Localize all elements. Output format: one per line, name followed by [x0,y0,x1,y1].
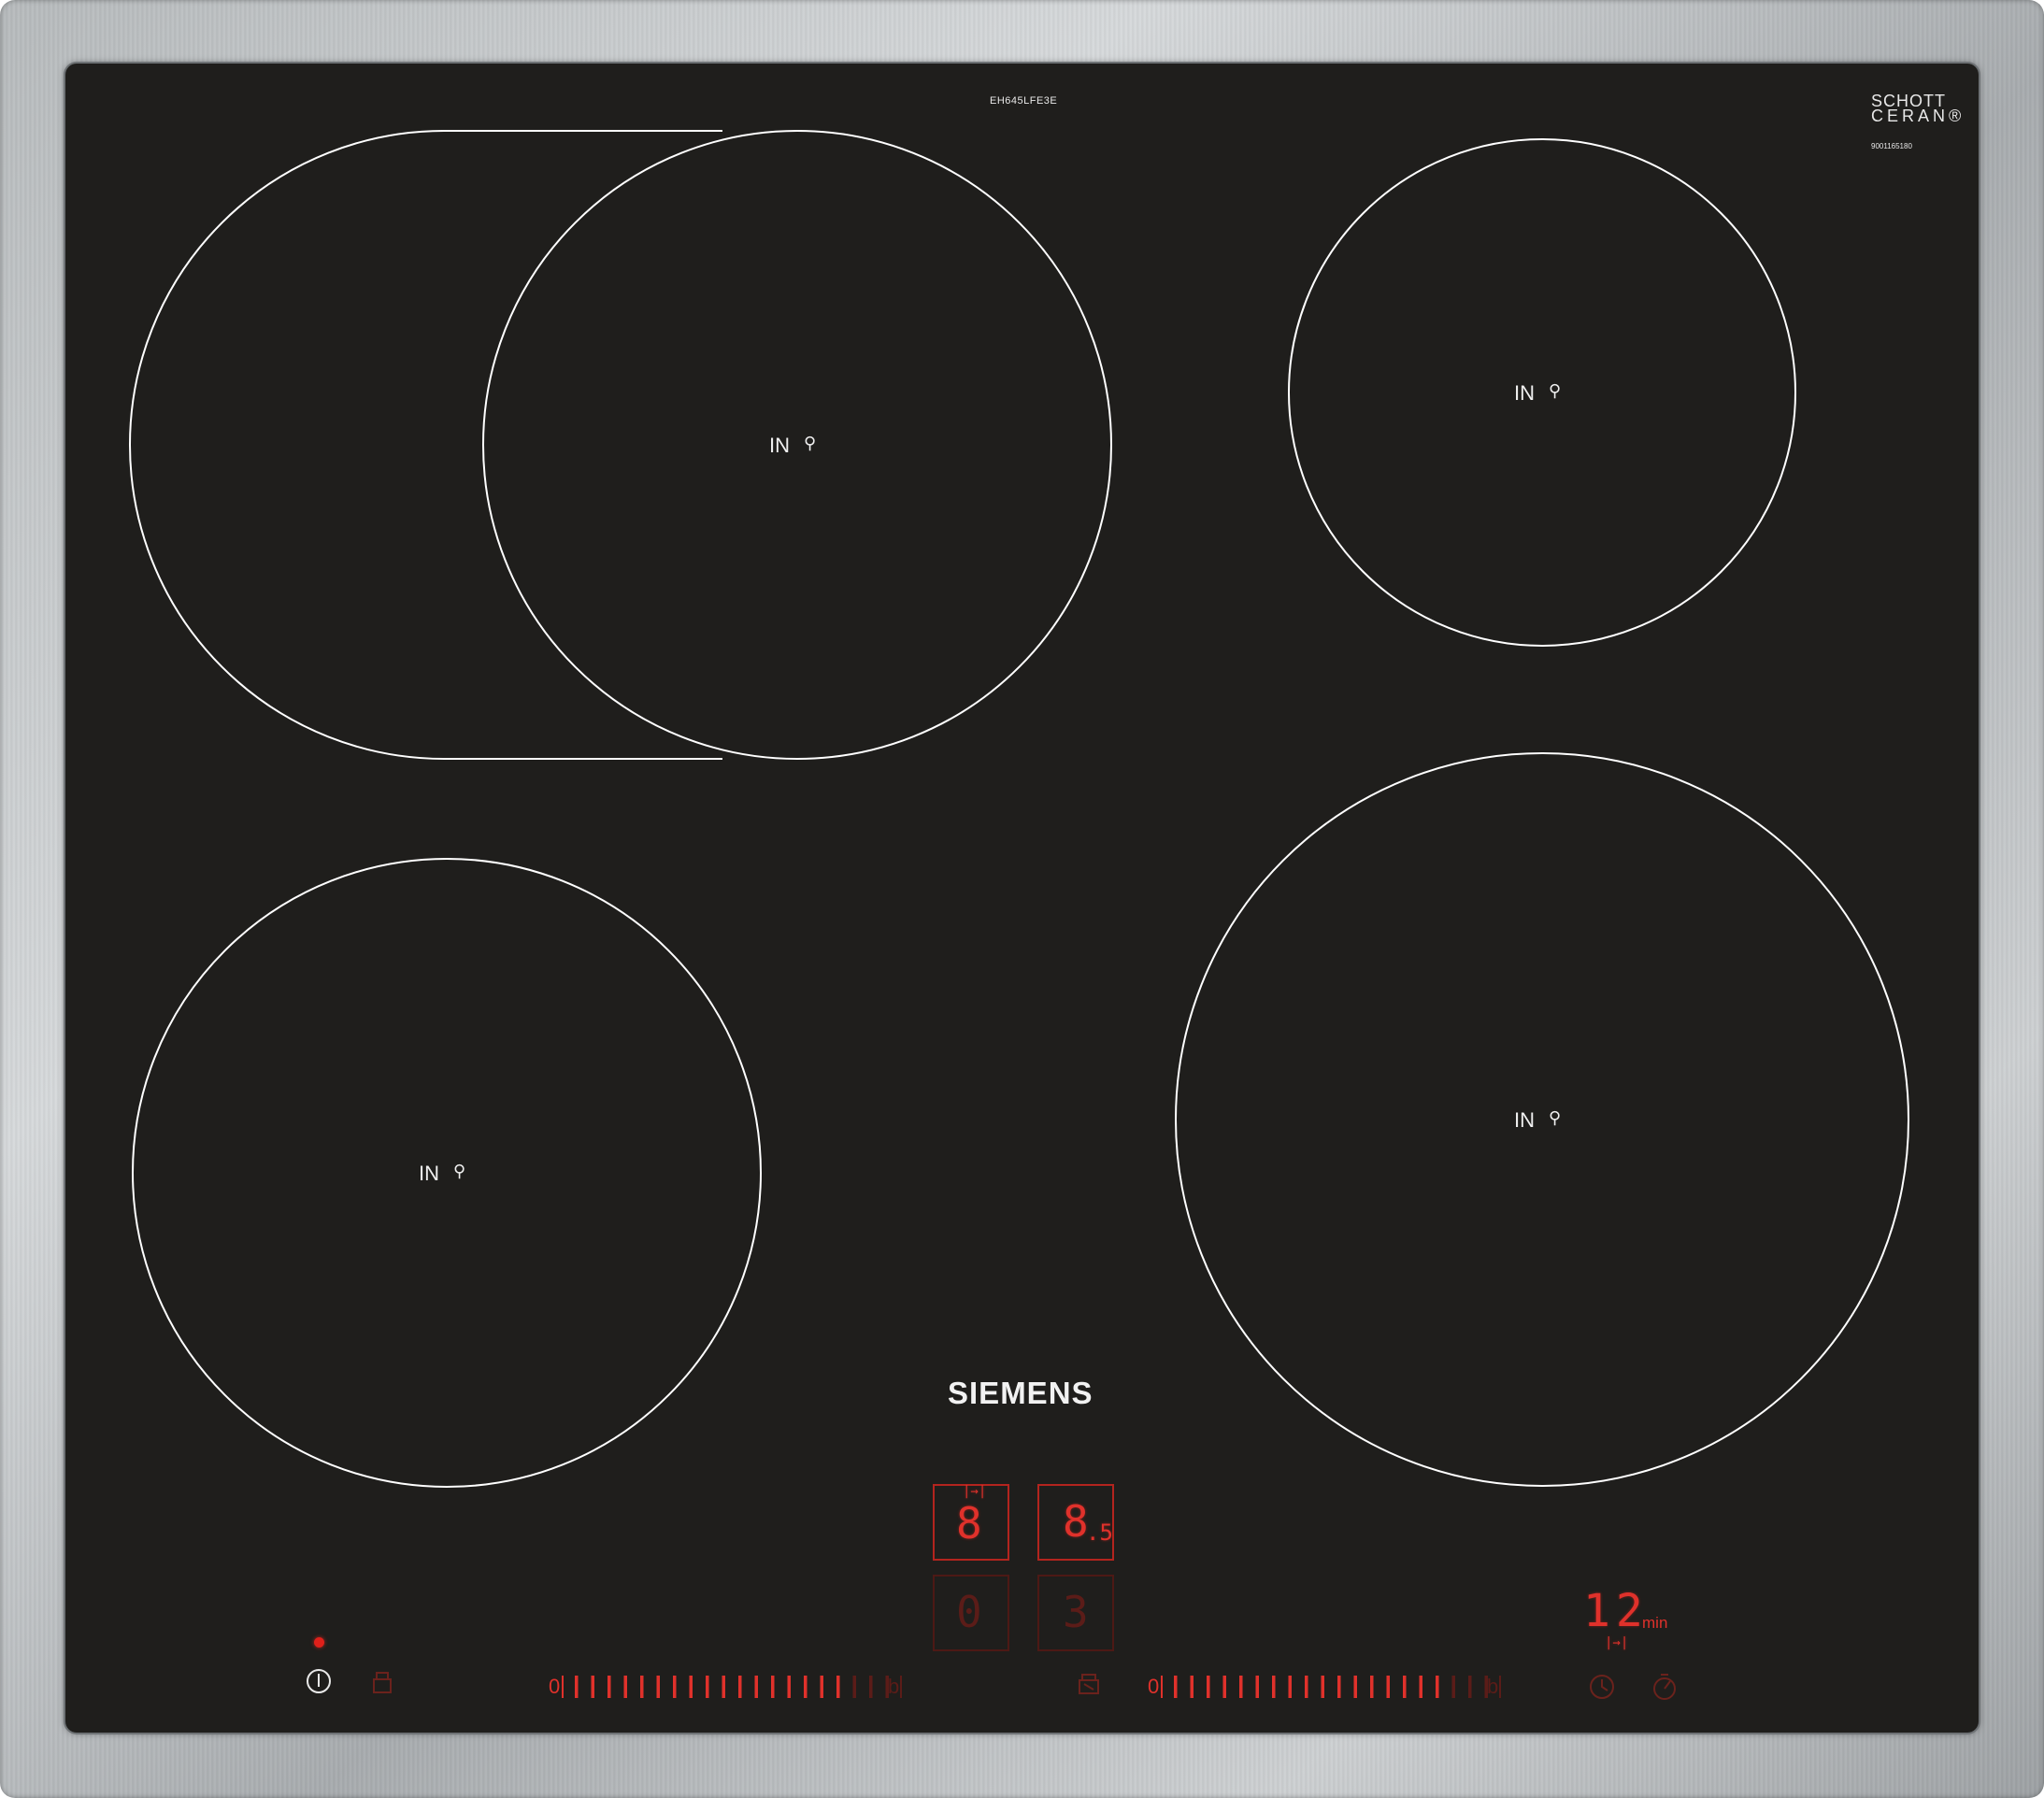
slider-tick[interactable] [591,1676,595,1698]
slider-tick[interactable] [1468,1676,1472,1698]
zone-power-level: 8 [956,1498,982,1548]
slider-tick[interactable] [1451,1676,1456,1698]
slider-tick[interactable] [689,1676,693,1698]
timer-unit: min [1642,1614,1668,1632]
cooking-zone-back-right-circle [1288,138,1796,647]
zone-label-front-right: IN [1514,1108,1535,1132]
cooking-zone-front-right-circle [1175,752,1909,1487]
zone-power-decimal: .5 [1086,1520,1113,1546]
slider-tick[interactable] [820,1676,824,1698]
pan-icon: ⚲ [453,1162,466,1180]
slider-tick[interactable] [1239,1676,1243,1698]
slider-tick[interactable] [640,1676,644,1698]
slider-tick[interactable] [1207,1676,1210,1698]
slider-tick[interactable] [738,1676,742,1698]
power-indicator-light [314,1637,324,1648]
slider-tick[interactable] [722,1676,726,1698]
slider-tick[interactable] [1222,1676,1227,1698]
slider-tick[interactable] [836,1676,840,1698]
slider-separator [900,1676,902,1698]
pan-icon: ⚲ [1549,381,1562,400]
slider-tick[interactable] [1321,1676,1325,1698]
zone-label-back-right: IN [1514,381,1535,405]
timer-display[interactable]: 12 [1583,1585,1649,1637]
slider-tick[interactable] [1386,1676,1391,1698]
slider-tick[interactable] [575,1676,579,1698]
slider-tick[interactable] [804,1676,808,1698]
slider-tick[interactable] [771,1676,775,1698]
cooking-zone-back-left-circle [482,130,1112,760]
slider-tick[interactable] [1403,1676,1407,1698]
slider-tick[interactable] [1419,1676,1423,1698]
timer-icon [1590,1675,1614,1699]
slider-tick[interactable] [706,1676,709,1698]
slider-separator [1161,1676,1163,1698]
cooking-zone-front-left-circle [132,858,762,1488]
slider-separator [1499,1676,1501,1698]
slider-left-start[interactable]: 0 [549,1675,560,1699]
slider-tick[interactable] [1370,1676,1374,1698]
power-icon[interactable] [307,1669,331,1693]
slider-tick[interactable] [673,1676,677,1698]
slider-tick[interactable] [1337,1676,1341,1698]
slider-right-start[interactable]: 0 [1148,1675,1159,1699]
zone-label-back-left: IN [769,434,790,457]
slider-separator [562,1676,564,1698]
slider-tick[interactable] [869,1676,873,1698]
slider-tick[interactable] [1288,1676,1293,1698]
slider-tick[interactable] [1353,1676,1358,1698]
zone-label-front-left: IN [419,1162,439,1185]
flex-zone-outline [129,130,722,760]
slider-tick[interactable] [1272,1676,1276,1698]
slider-tick[interactable] [1436,1676,1439,1698]
duration-symbol: |→| [963,1484,987,1499]
cooking-zone-outlines [129,130,1909,1700]
slider-left-end[interactable]: b [888,1675,899,1699]
model-number: EH645LFE3E [990,95,1058,107]
slider-tick[interactable] [1255,1676,1260,1698]
slider-tick[interactable] [754,1676,759,1698]
power-slider-left [562,1676,902,1698]
child-lock-icon [373,1672,392,1693]
zone-power-level: 0 [956,1587,982,1637]
brand-logo: SIEMENS [948,1376,1093,1410]
glass-brand-line2: CERAN® [1871,107,1965,125]
slider-tick[interactable] [1174,1676,1178,1698]
pan-icon: ⚲ [804,434,817,452]
slider-right-end[interactable]: b [1487,1675,1498,1699]
power-slider-right [1161,1676,1501,1698]
stopwatch-icon [1653,1674,1676,1700]
slider-tick[interactable] [787,1676,792,1698]
slider-tick[interactable] [1190,1676,1194,1698]
wipe-protection-icon [1079,1674,1099,1694]
slider-tick[interactable] [852,1676,857,1698]
ceramic-glass-cooktop: EH645LFE3E SCHOTT CERAN® 9001165180 SIEM… [65,64,1979,1733]
zone-power-level: 3 [1063,1587,1089,1637]
zone-power-level: 8 [1063,1496,1089,1547]
glass-brand-logo: SCHOTT CERAN® [1871,93,1965,125]
timer-duration-symbol: |→| [1605,1635,1629,1650]
serial-number: 9001165180 [1871,142,1912,150]
slider-tick[interactable] [656,1676,661,1698]
pan-icon: ⚲ [1549,1108,1562,1127]
slider-tick[interactable] [623,1676,628,1698]
slider-tick[interactable] [607,1676,611,1698]
slider-tick[interactable] [1305,1676,1308,1698]
